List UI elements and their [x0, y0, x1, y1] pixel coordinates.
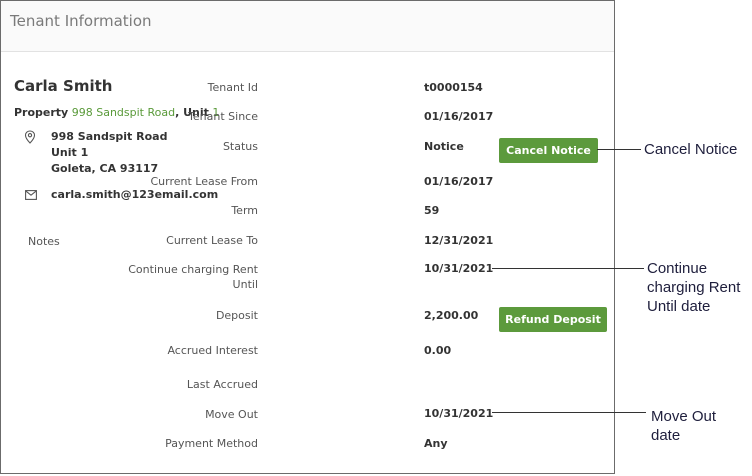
charge-until-value: 10/31/2021: [424, 262, 494, 275]
address-line-2: Unit 1: [51, 146, 89, 159]
payment-method-value: Any: [424, 437, 448, 450]
charge-until-callout-line2: charging Rent: [647, 279, 741, 296]
accrued-interest-value: 0.00: [424, 344, 452, 357]
charge-until-label-line2: Until: [232, 278, 258, 291]
term-label: Term: [231, 204, 258, 217]
last-accrued-label: Last Accrued: [186, 378, 258, 391]
lease-from-value: 01/16/2017: [424, 175, 494, 188]
property-link[interactable]: 998 Sandspit Road: [72, 106, 175, 119]
refund-deposit-button[interactable]: Refund Deposit: [499, 307, 607, 332]
tenant-since-value: 01/16/2017: [424, 110, 494, 123]
envelope-icon: [25, 190, 37, 200]
move-out-callout-line2: date: [651, 427, 681, 444]
cancel-notice-callout: Cancel Notice: [644, 140, 737, 159]
panel-header: Tenant Information: [1, 1, 614, 52]
move-out-label: Move Out: [205, 408, 258, 421]
tenant-id-label: Tenant Id: [207, 81, 258, 94]
move-out-callout: Move Out date: [651, 407, 716, 445]
charge-until-label: Continue charging Rent Until: [128, 262, 258, 292]
tenant-information-panel: Tenant Information Carla Smith Property …: [0, 0, 615, 474]
address-line-1: 998 Sandspit Road: [51, 130, 168, 143]
charge-until-callout-line3: Until date: [647, 298, 711, 315]
move-out-value: 10/31/2021: [424, 407, 494, 420]
status-value: Notice: [424, 140, 464, 153]
cancel-notice-button[interactable]: Cancel Notice: [499, 138, 598, 163]
move-out-callout-line1: Move Out: [651, 408, 717, 425]
charge-until-callout-line1: Continue: [647, 260, 708, 277]
cancel-notice-callout-line: [597, 149, 641, 150]
charge-until-label-line1: Continue charging Rent: [128, 263, 258, 276]
move-out-callout-line: [492, 412, 646, 413]
tenant-name: Carla Smith: [14, 77, 113, 95]
lease-from-label: Current Lease From: [150, 175, 258, 188]
accrued-interest-label: Accrued Interest: [167, 344, 258, 357]
charge-until-callout-line: [492, 268, 644, 269]
deposit-value: 2,200.00: [424, 309, 479, 322]
lease-to-value: 12/31/2021: [424, 234, 494, 247]
deposit-label: Deposit: [215, 309, 258, 322]
tenant-since-label: Tenant Since: [188, 110, 258, 123]
notes-label: Notes: [28, 235, 60, 248]
payment-method-label: Payment Method: [165, 437, 258, 450]
tenant-id-value: t0000154: [424, 81, 483, 94]
address-line-3: Goleta, CA 93117: [51, 162, 159, 175]
charge-until-callout: Continue charging Rent Until date: [647, 259, 740, 316]
panel-title: Tenant Information: [10, 12, 152, 30]
cancel-notice-callout-line1: Cancel Notice: [644, 141, 738, 158]
map-pin-icon: [24, 130, 36, 144]
property-label: Property: [14, 106, 69, 119]
status-label: Status: [222, 140, 258, 153]
tenant-email: carla.smith@123email.com: [51, 188, 219, 201]
lease-to-label: Current Lease To: [166, 234, 258, 247]
term-value: 59: [424, 204, 440, 217]
